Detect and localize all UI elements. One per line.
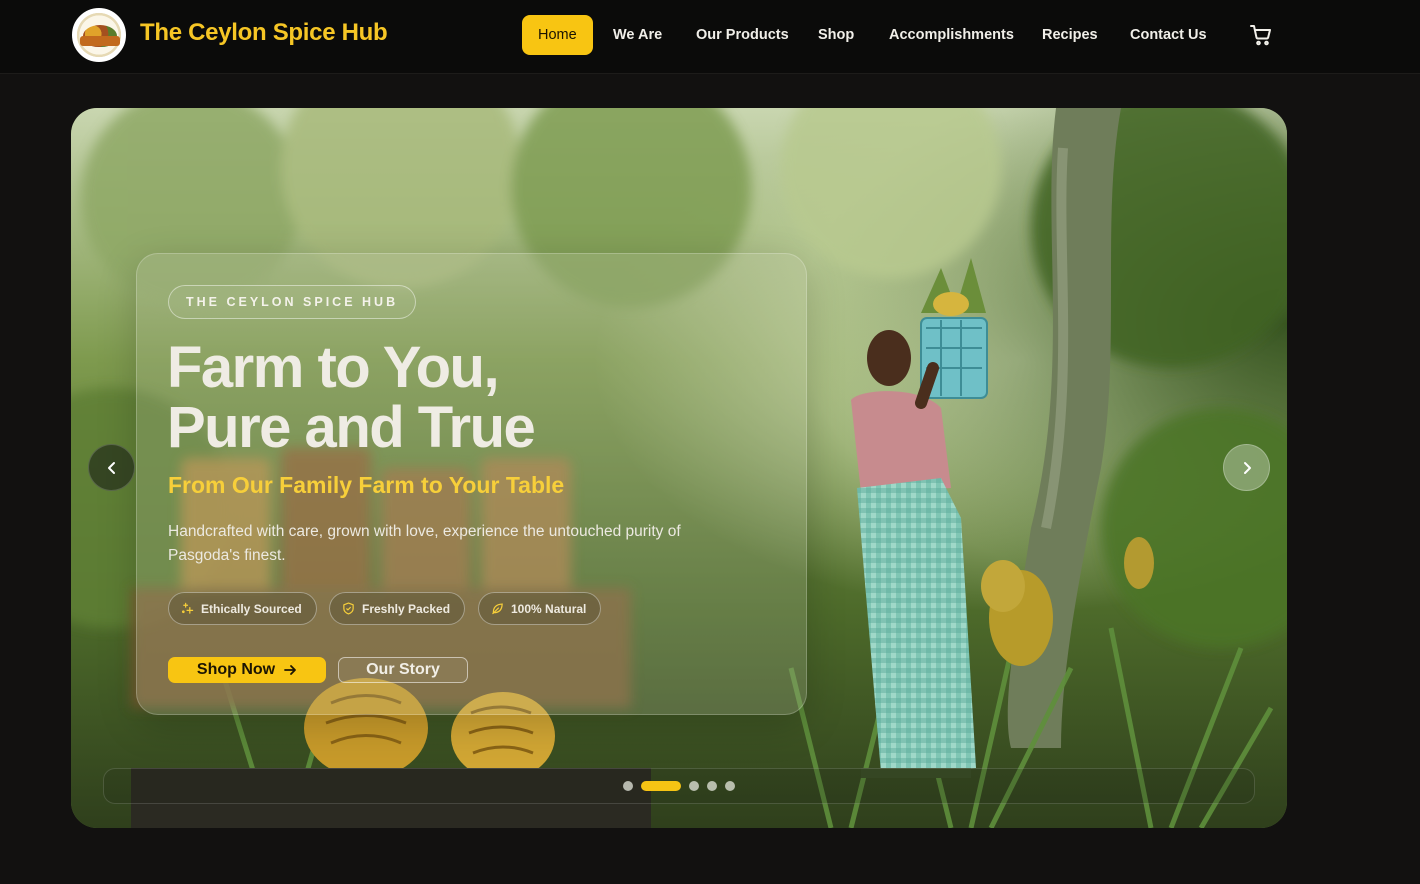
arrow-right-icon [284,665,297,675]
nav-shop[interactable]: Shop [802,15,870,55]
carousel-dot-5[interactable] [725,781,735,791]
hero-headline-line-1: Farm to You, [167,335,500,400]
hero-subheadline: From Our Family Farm to Your Table [168,472,565,498]
shop-now-label: Shop Now [196,661,276,678]
hero-eyebrow: THE CEYLON SPICE HUB [168,285,417,319]
nav-contact-us[interactable]: Contact Us [1114,15,1223,55]
feature-badge-natural: 100% Natural [478,592,602,625]
nav-our-products[interactable]: Our Products [680,15,805,55]
nav-home[interactable]: Home [522,15,593,55]
feature-badge-freshly-packed: Freshly Packed [329,592,466,625]
hero-headline-line-2: Pure and True [167,395,536,460]
carousel-dot-1[interactable] [623,781,633,791]
sparkle-icon [181,602,194,614]
carousel-next-button[interactable] [1223,444,1270,491]
feature-label: Ethically Sourced [201,601,302,616]
carousel-dot-2-active[interactable] [641,781,681,791]
logo-band [80,36,120,46]
carousel-prev-button[interactable] [88,444,135,491]
brand-logo[interactable] [72,8,126,62]
shop-now-button[interactable]: Shop Now [168,657,326,683]
nav-we-are[interactable]: We Are [597,15,678,55]
nav-accomplishments[interactable]: Accomplishments [873,15,1030,55]
feature-label: 100% Natural [511,601,587,616]
feature-label: Freshly Packed [362,601,451,616]
feature-badge-ethically-sourced: Ethically Sourced [168,592,317,625]
hero-carousel: THE CEYLON SPICE HUB Farm to You, Pure a… [71,108,1287,828]
cart-icon[interactable] [1249,24,1273,46]
brand-name[interactable]: The Ceylon Spice Hub [140,19,388,47]
leaf-icon [492,603,503,615]
site-header: The Ceylon Spice Hub Home We Are Our Pro… [0,0,1420,74]
carousel-dot-3[interactable] [689,781,699,791]
shield-icon [343,602,354,615]
our-story-button[interactable]: Our Story [338,657,468,683]
carousel-dot-4[interactable] [707,781,717,791]
chevron-left-icon [107,461,115,474]
hero-description: Handcrafted with care, grown with love, … [168,523,681,564]
hero-headline: Farm to You, Pure and True [167,335,536,460]
nav-recipes[interactable]: Recipes [1026,15,1114,55]
chevron-right-icon [1243,461,1251,474]
